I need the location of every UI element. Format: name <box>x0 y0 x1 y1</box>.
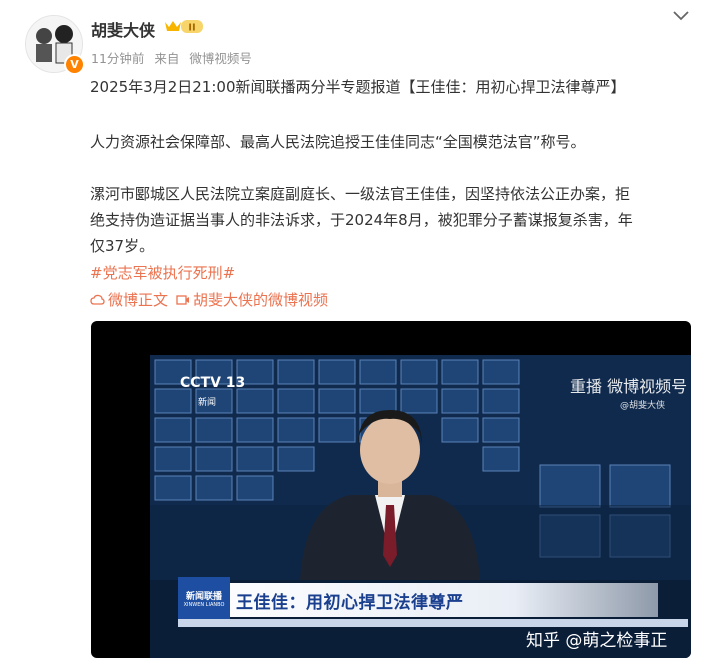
video-frame: CCTV 13 新闻 重播 微博视频号 @胡斐大侠 新闻联播 XINWEN LI… <box>150 355 691 658</box>
post-line-3b: 绝支持伪造证据当事人的非法诉求，于2024年8月，被犯罪分子蓄谋报复杀害，年 <box>90 211 633 229</box>
chevron-down-icon[interactable] <box>672 9 690 23</box>
post-line-2: 人力资源社会保障部、最高人民法院追授王佳佳同志“全国模范法官”称号。 <box>90 133 586 151</box>
weibo-text-link[interactable]: 微博正文 <box>90 289 168 310</box>
post-line-3a: 漯河市郾城区人民法院立案庭副庭长、一级法官王佳佳，因坚持依法公正办案，拒 <box>90 185 631 203</box>
watermark-user: @胡斐大侠 <box>620 401 666 411</box>
post-meta: 11分钟前 来自 微博视频号 <box>91 48 258 67</box>
zhihu-watermark: 知乎 @萌之检事正 <box>526 631 668 651</box>
banner-title: 王佳佳：用初心捍卫法律尊严 <box>236 593 464 613</box>
banner-logo-en: XINWEN LIANBO <box>183 602 225 608</box>
cctv-logo: CCTV 13 <box>180 375 246 391</box>
watermark-text: 微博视频号 <box>607 377 688 396</box>
vip-badge-icon[interactable]: II <box>163 18 203 35</box>
xinwen-lianbo-logo: 新闻联播 XINWEN LIANBO <box>178 577 230 619</box>
weibo-video-watermark: 重播 微博视频号 <box>570 373 687 397</box>
cctv-sub: 新闻 <box>198 398 217 408</box>
weibo-cloud-icon <box>90 294 105 305</box>
news-banner: 新闻联播 XINWEN LIANBO 王佳佳：用初心捍卫法律尊严 <box>178 577 658 619</box>
post-time[interactable]: 11分钟前 <box>91 51 144 66</box>
source-prefix: 来自 <box>154 51 180 66</box>
post-line-1: 2025年3月2日21:00新闻联播两分半专题报道【王佳佳：用初心捍卫法律尊严】 <box>90 78 626 96</box>
video-player[interactable]: CCTV 13 新闻 重播 微博视频号 @胡斐大侠 新闻联播 XINWEN LI… <box>91 321 691 658</box>
video-link[interactable]: 胡斐大侠的微博视频 <box>176 289 328 310</box>
weibo-text-label: 微博正文 <box>108 291 169 309</box>
username[interactable]: 胡斐大侠 <box>91 17 155 41</box>
video-link-label: 胡斐大侠的微博视频 <box>193 291 329 309</box>
vip-level: II <box>188 23 195 34</box>
post-links: 微博正文 胡斐大侠的微博视频 <box>90 289 336 310</box>
video-icon <box>176 294 190 305</box>
post-line-3c: 仅37岁。 <box>90 237 155 255</box>
hashtag-link[interactable]: #党志军被执行死刑# <box>90 262 235 283</box>
watermark-replay: 重播 <box>570 377 603 396</box>
banner-logo-cn: 新闻联播 <box>185 592 222 602</box>
verified-badge: V <box>64 54 85 75</box>
post-source[interactable]: 微博视频号 <box>189 51 252 66</box>
